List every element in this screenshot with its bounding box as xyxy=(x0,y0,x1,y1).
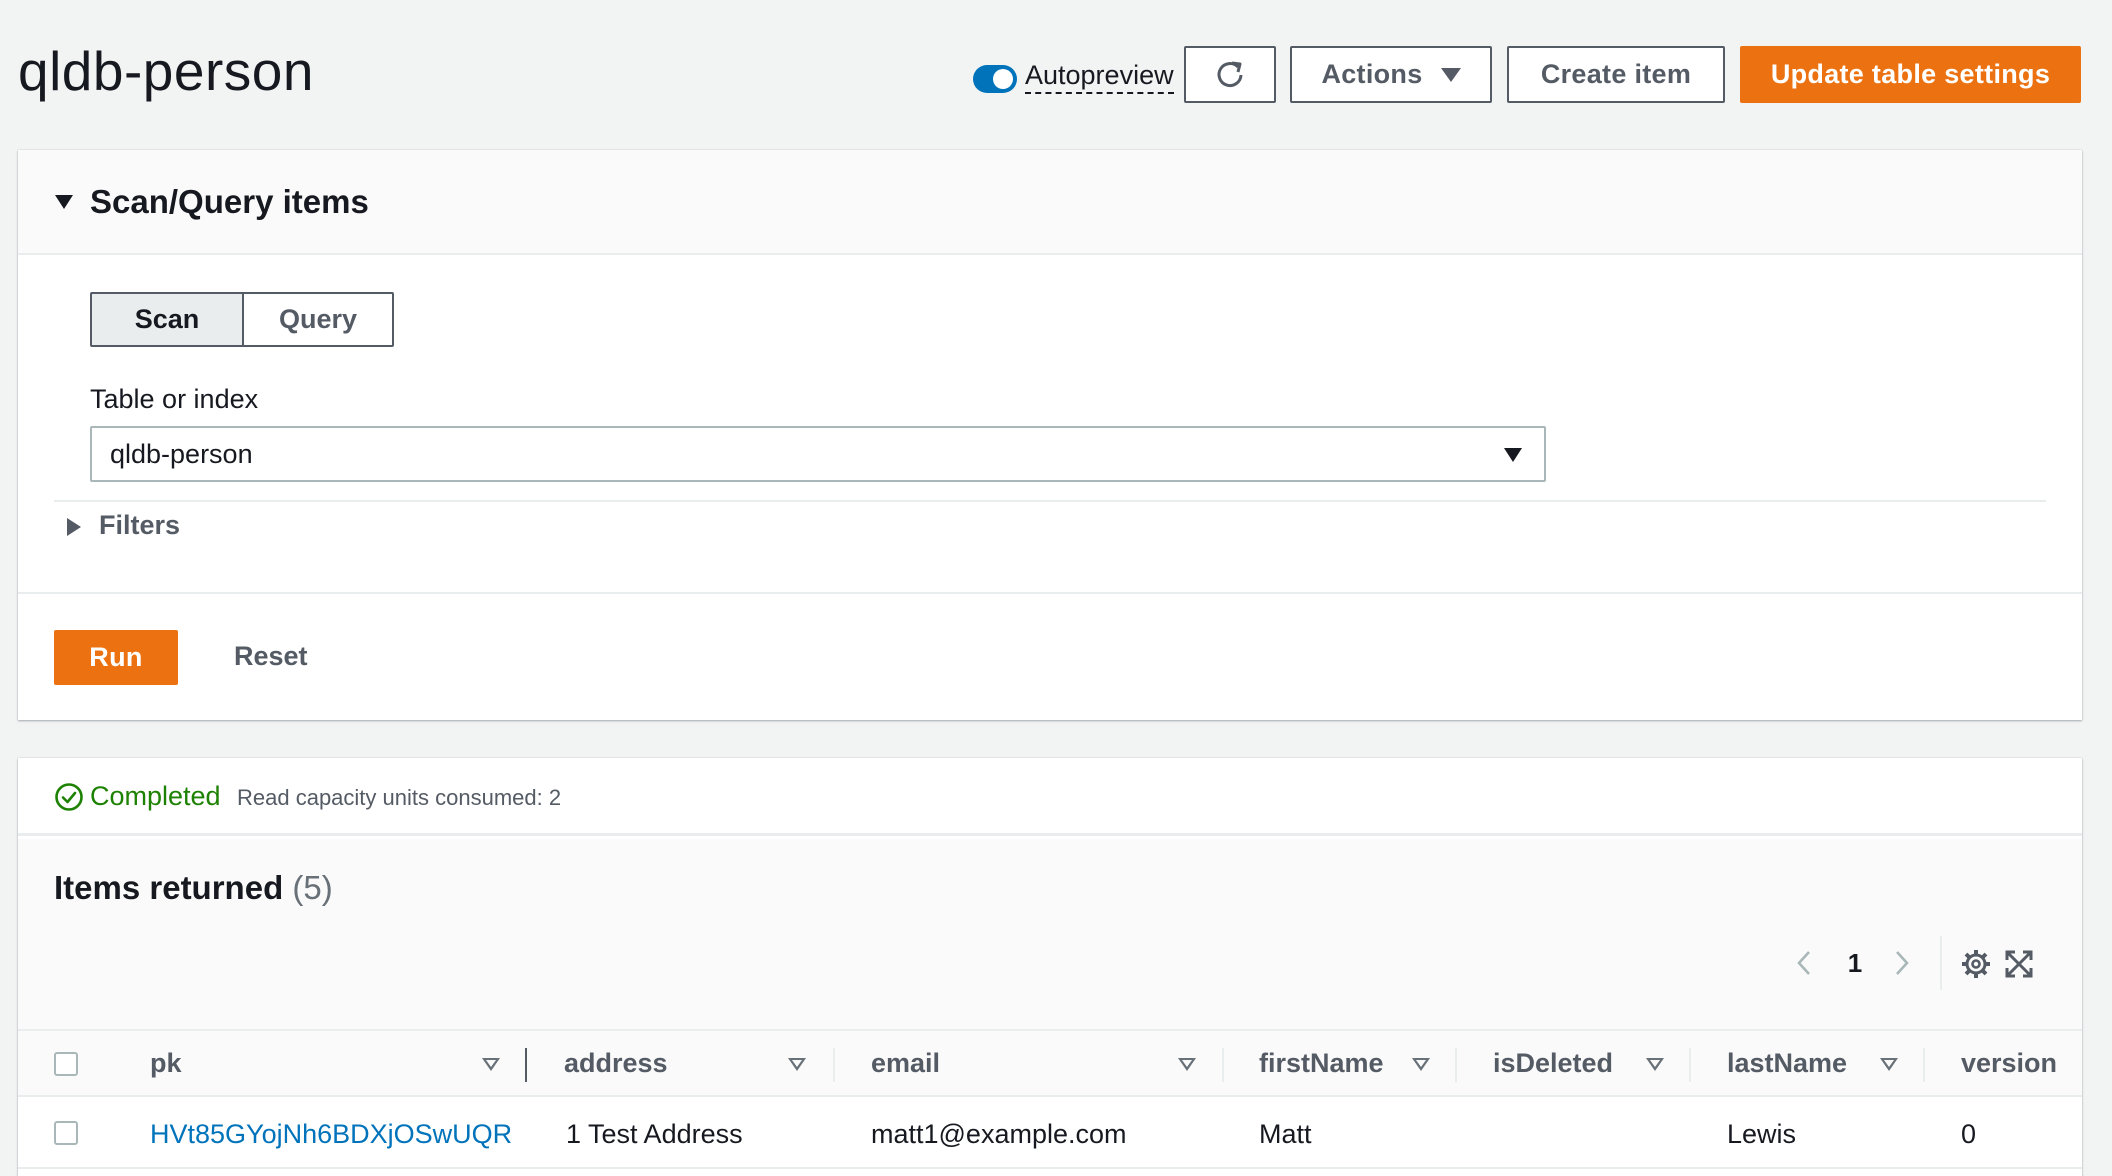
autopreview-toggle[interactable] xyxy=(973,65,1017,93)
expand-icon[interactable] xyxy=(2003,948,2035,980)
sort-icon[interactable] xyxy=(788,1058,806,1071)
column-header-address[interactable]: address xyxy=(564,1046,668,1080)
read-capacity-text: Read capacity units consumed: 2 xyxy=(237,785,562,810)
caret-down-icon xyxy=(1440,67,1461,82)
column-resizer[interactable] xyxy=(1689,1048,1691,1082)
scan-query-panel: Scan/Query items Scan Query Table or ind… xyxy=(18,150,2082,720)
cell-address: 1 Test Address xyxy=(566,1119,743,1149)
cell-email: matt1@example.com xyxy=(871,1119,1127,1149)
chevron-left-icon[interactable] xyxy=(1790,948,1820,978)
panel-title[interactable]: Scan/Query items xyxy=(90,180,369,224)
toggle-knob xyxy=(993,69,1013,89)
create-item-button[interactable]: Create item xyxy=(1507,46,1725,103)
cell-pk-link[interactable]: HVt85GYojNh6BDXjOSwUQR xyxy=(150,1117,512,1151)
caret-down-icon xyxy=(1504,448,1522,462)
sort-icon[interactable] xyxy=(1880,1058,1898,1071)
items-returned-title: Items returned (5) xyxy=(54,866,333,910)
column-header-email[interactable]: email xyxy=(871,1046,940,1080)
filters-toggle[interactable]: Filters xyxy=(99,508,180,542)
update-table-settings-button[interactable]: Update table settings xyxy=(1740,46,2081,103)
actions-label: Actions xyxy=(1321,59,1423,89)
column-header-isdeleted[interactable]: isDeleted xyxy=(1493,1046,1613,1080)
segment-scan[interactable]: Scan xyxy=(92,294,244,345)
row-checkbox[interactable] xyxy=(54,1121,78,1145)
create-item-label: Create item xyxy=(1540,59,1692,89)
status-bar: Completed Read capacity units consumed: … xyxy=(18,758,2082,836)
column-header-pk[interactable]: pk xyxy=(150,1046,182,1080)
column-resizer[interactable] xyxy=(525,1048,527,1082)
results-panel: Completed Read capacity units consumed: … xyxy=(18,758,2082,1176)
expand-caret-icon[interactable] xyxy=(67,518,81,536)
column-header-version[interactable]: version xyxy=(1961,1046,2057,1080)
cell-version: 0 xyxy=(1961,1119,1977,1149)
column-resizer[interactable] xyxy=(1923,1048,1925,1082)
column-header-firstname[interactable]: firstName xyxy=(1259,1046,1384,1080)
column-header-lastname[interactable]: lastName xyxy=(1727,1046,1847,1080)
table-or-index-label: Table or index xyxy=(90,384,259,414)
update-table-settings-label: Update table settings xyxy=(1770,59,2051,89)
chevron-right-icon[interactable] xyxy=(1886,948,1916,978)
run-button[interactable]: Run xyxy=(54,630,178,685)
segment-query[interactable]: Query xyxy=(244,294,392,345)
table-header: pk address email firstName isDeleted las… xyxy=(18,1029,2082,1097)
sort-icon[interactable] xyxy=(1412,1058,1430,1071)
check-circle-icon xyxy=(55,783,83,811)
status-completed: Completed xyxy=(90,781,221,811)
table-or-index-select[interactable]: qldb-person xyxy=(90,426,1546,482)
collapse-caret-icon[interactable] xyxy=(55,195,73,209)
divider xyxy=(18,592,2082,594)
refresh-icon xyxy=(1217,61,1243,87)
divider xyxy=(54,500,2046,502)
reset-button[interactable]: Reset xyxy=(234,638,308,674)
refresh-button[interactable] xyxy=(1184,46,1276,103)
column-resizer[interactable] xyxy=(1455,1048,1457,1082)
panel-header[interactable]: Scan/Query items xyxy=(18,150,2082,255)
select-value: qldb-person xyxy=(110,439,253,469)
cell-firstname: Matt xyxy=(1259,1119,1312,1149)
items-returned-label: Items returned xyxy=(54,869,284,906)
gear-icon[interactable] xyxy=(1960,948,1992,980)
page-title: qldb-person xyxy=(18,40,314,102)
table-row: HVt85GYojNh6BDXjOSwUQR 1 Test Address ma… xyxy=(18,1097,2082,1169)
items-returned-count: (5) xyxy=(292,869,333,906)
column-resizer[interactable] xyxy=(1222,1048,1224,1082)
sort-icon[interactable] xyxy=(1646,1058,1664,1071)
sort-icon[interactable] xyxy=(482,1058,500,1071)
select-all-checkbox[interactable] xyxy=(54,1052,78,1076)
column-resizer[interactable] xyxy=(833,1048,835,1082)
scan-query-segmented-control: Scan Query xyxy=(90,292,394,347)
cell-lastname: Lewis xyxy=(1727,1119,1797,1149)
pagination-divider xyxy=(1940,936,1942,990)
actions-button[interactable]: Actions xyxy=(1290,46,1492,103)
page-number[interactable]: 1 xyxy=(1840,946,1870,980)
sort-icon[interactable] xyxy=(1178,1058,1196,1071)
run-label: Run xyxy=(89,642,143,672)
autopreview-label[interactable]: Autopreview xyxy=(1025,58,1174,94)
